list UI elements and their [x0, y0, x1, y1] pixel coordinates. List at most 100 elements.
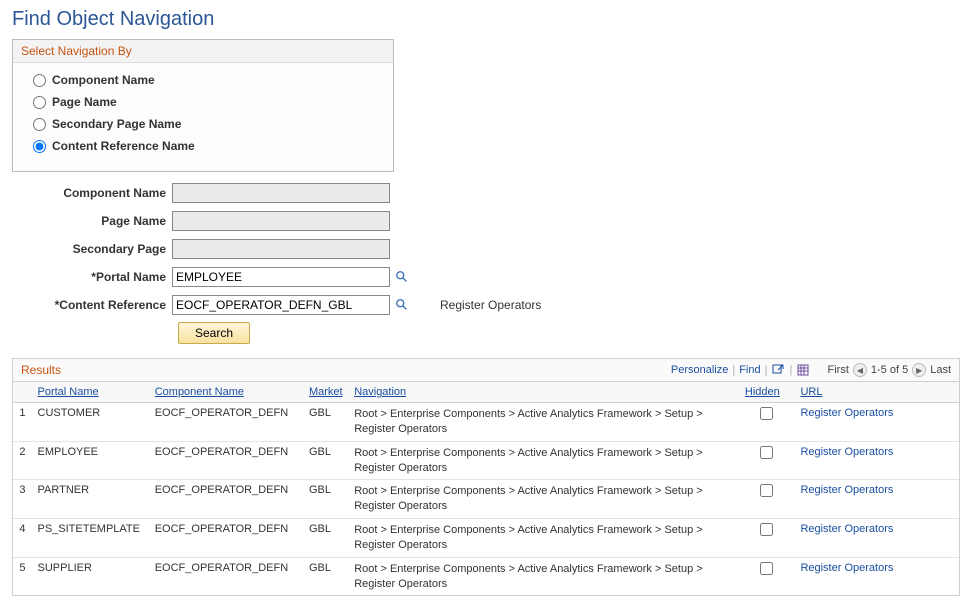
- market-cell: GBL: [303, 557, 348, 595]
- table-row: 1CUSTOMEREOCF_OPERATOR_DEFNGBLRoot > Ent…: [13, 403, 959, 442]
- download-icon[interactable]: [796, 363, 810, 377]
- url-header[interactable]: URL: [794, 382, 959, 403]
- row-number: 1: [13, 403, 32, 442]
- table-row: 5SUPPLIEREOCF_OPERATOR_DEFNGBLRoot > Ent…: [13, 557, 959, 595]
- magnifier-icon[interactable]: [394, 269, 410, 285]
- url-link[interactable]: Register Operators: [800, 523, 893, 535]
- radio-component-name-input[interactable]: [33, 74, 46, 87]
- market-cell: GBL: [303, 519, 348, 558]
- navigation-cell: Root > Enterprise Components > Active An…: [348, 480, 739, 519]
- hidden-checkbox[interactable]: [760, 484, 773, 497]
- separator: |: [732, 364, 735, 376]
- range-label: 1-5 of 5: [871, 364, 908, 376]
- portal-cell: PARTNER: [32, 480, 149, 519]
- hidden-cell: [739, 557, 795, 595]
- component-cell: EOCF_OPERATOR_DEFN: [149, 557, 303, 595]
- content-reference-description: Register Operators: [440, 298, 541, 312]
- first-label[interactable]: First: [828, 364, 849, 376]
- portal-cell: SUPPLIER: [32, 557, 149, 595]
- find-link[interactable]: Find: [739, 364, 760, 376]
- results-grid: Results Personalize | Find | | First ◀ 1…: [12, 358, 960, 596]
- radio-component-name-label: Component Name: [52, 73, 155, 87]
- content-reference-input[interactable]: [172, 295, 390, 315]
- hidden-cell: [739, 480, 795, 519]
- separator: |: [765, 364, 768, 376]
- url-link[interactable]: Register Operators: [800, 407, 893, 419]
- radio-secondary-page-name[interactable]: Secondary Page Name: [33, 117, 373, 131]
- market-cell: GBL: [303, 441, 348, 480]
- row-number: 5: [13, 557, 32, 595]
- navigation-cell: Root > Enterprise Components > Active An…: [348, 403, 739, 442]
- secondary-page-label: Secondary Page: [12, 242, 172, 256]
- magnifier-icon[interactable]: [394, 297, 410, 313]
- url-link[interactable]: Register Operators: [800, 446, 893, 458]
- page-title: Find Object Navigation: [12, 8, 964, 31]
- hidden-checkbox[interactable]: [760, 523, 773, 536]
- last-label[interactable]: Last: [930, 364, 951, 376]
- url-link[interactable]: Register Operators: [800, 484, 893, 496]
- component-name-input: [172, 183, 390, 203]
- component-name-label: Component Name: [12, 186, 172, 200]
- radio-secondary-page-name-label: Secondary Page Name: [52, 117, 181, 131]
- group-body: Component Name Page Name Secondary Page …: [13, 63, 393, 171]
- hidden-cell: [739, 403, 795, 442]
- url-cell: Register Operators: [794, 519, 959, 558]
- navigation-header[interactable]: Navigation: [348, 382, 739, 403]
- hidden-header[interactable]: Hidden: [739, 382, 795, 403]
- separator: |: [789, 364, 792, 376]
- portal-cell: CUSTOMER: [32, 403, 149, 442]
- radio-content-reference-name-input[interactable]: [33, 140, 46, 153]
- radio-page-name-input[interactable]: [33, 96, 46, 109]
- hidden-checkbox[interactable]: [760, 446, 773, 459]
- portal-cell: EMPLOYEE: [32, 441, 149, 480]
- url-cell: Register Operators: [794, 480, 959, 519]
- prev-arrow-icon[interactable]: ◀: [853, 363, 867, 377]
- url-cell: Register Operators: [794, 557, 959, 595]
- portal-cell: PS_SITETEMPLATE: [32, 519, 149, 558]
- row-number: 2: [13, 441, 32, 480]
- page-name-label: Page Name: [12, 214, 172, 228]
- select-navigation-by-group: Select Navigation By Component Name Page…: [12, 39, 394, 172]
- radio-secondary-page-name-input[interactable]: [33, 118, 46, 131]
- search-button[interactable]: Search: [178, 322, 250, 344]
- next-arrow-icon[interactable]: ▶: [912, 363, 926, 377]
- results-table: Portal Name Component Name Market Naviga…: [13, 381, 959, 595]
- row-number: 3: [13, 480, 32, 519]
- market-cell: GBL: [303, 480, 348, 519]
- hidden-cell: [739, 519, 795, 558]
- component-cell: EOCF_OPERATOR_DEFN: [149, 519, 303, 558]
- portal-name-label: *Portal Name: [12, 270, 172, 284]
- table-row: 4PS_SITETEMPLATEEOCF_OPERATOR_DEFNGBLRoo…: [13, 519, 959, 558]
- component-header[interactable]: Component Name: [149, 382, 303, 403]
- radio-page-name[interactable]: Page Name: [33, 95, 373, 109]
- component-cell: EOCF_OPERATOR_DEFN: [149, 441, 303, 480]
- navigation-cell: Root > Enterprise Components > Active An…: [348, 441, 739, 480]
- rownum-header: [13, 382, 32, 403]
- row-number: 4: [13, 519, 32, 558]
- table-row: 3PARTNEREOCF_OPERATOR_DEFNGBLRoot > Ente…: [13, 480, 959, 519]
- market-cell: GBL: [303, 403, 348, 442]
- hidden-checkbox[interactable]: [760, 407, 773, 420]
- portal-name-input[interactable]: [172, 267, 390, 287]
- group-title: Select Navigation By: [13, 40, 393, 63]
- radio-page-name-label: Page Name: [52, 95, 117, 109]
- content-reference-label: *Content Reference: [12, 298, 172, 312]
- market-header[interactable]: Market: [303, 382, 348, 403]
- zoom-icon[interactable]: [771, 363, 785, 377]
- results-title: Results: [21, 363, 61, 377]
- url-cell: Register Operators: [794, 403, 959, 442]
- radio-component-name[interactable]: Component Name: [33, 73, 373, 87]
- portal-header[interactable]: Portal Name: [32, 382, 149, 403]
- secondary-page-input: [172, 239, 390, 259]
- navigation-cell: Root > Enterprise Components > Active An…: [348, 519, 739, 558]
- hidden-checkbox[interactable]: [760, 562, 773, 575]
- hidden-cell: [739, 441, 795, 480]
- component-cell: EOCF_OPERATOR_DEFN: [149, 480, 303, 519]
- radio-content-reference-name[interactable]: Content Reference Name: [33, 139, 373, 153]
- table-row: 2EMPLOYEEEOCF_OPERATOR_DEFNGBLRoot > Ent…: [13, 441, 959, 480]
- search-form: Component Name Page Name Secondary Page …: [12, 182, 964, 344]
- url-cell: Register Operators: [794, 441, 959, 480]
- component-cell: EOCF_OPERATOR_DEFN: [149, 403, 303, 442]
- page-name-input: [172, 211, 390, 231]
- personalize-link[interactable]: Personalize: [671, 364, 728, 376]
